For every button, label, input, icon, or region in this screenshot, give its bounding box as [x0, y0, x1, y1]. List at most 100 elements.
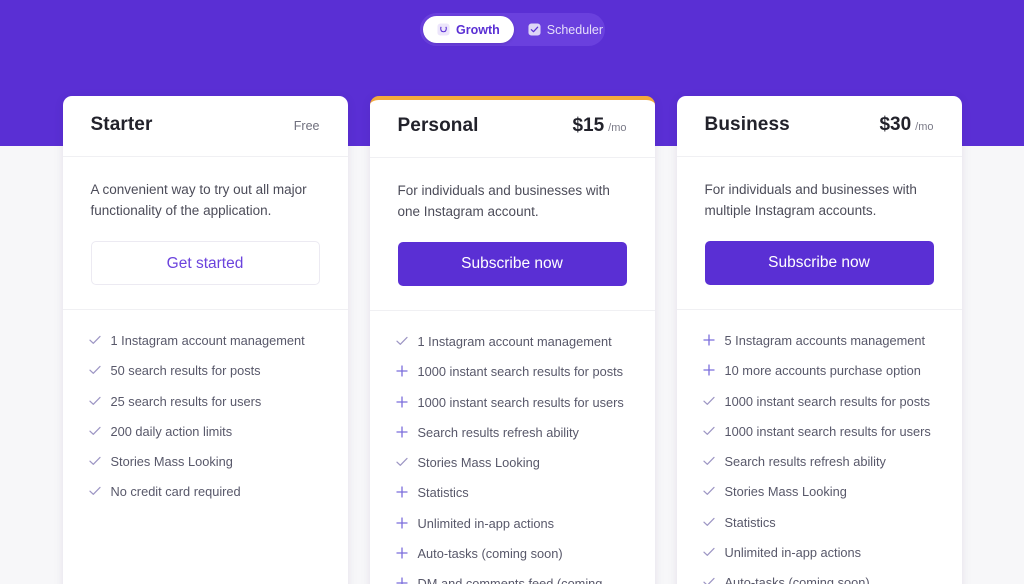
- feature-item: Unlimited in-app actions: [702, 544, 934, 561]
- plan-price-group: $30/mo: [879, 114, 933, 136]
- feature-label: 1000 instant search results for users: [417, 394, 624, 410]
- feature-item: Stories Mass Looking: [395, 454, 627, 471]
- feature-item: Auto-tasks (coming soon): [395, 545, 627, 562]
- feature-item: 1 Instagram account management: [395, 333, 627, 350]
- feature-item: 1000 instant search results for posts: [702, 393, 934, 410]
- check-icon: [702, 394, 715, 408]
- feature-label: DM and comments feed (coming soon): [417, 576, 603, 584]
- pricing-card-business: Business $30/mo For individuals and busine…: [676, 96, 962, 584]
- plus-icon: [702, 363, 715, 377]
- feature-item: Unlimited in-app actions: [395, 515, 627, 532]
- feature-item: Stories Mass Looking: [702, 483, 934, 500]
- feature-label: 1000 instant search results for posts: [417, 364, 624, 380]
- plan-price-group: $15/mo: [572, 115, 626, 137]
- feature-item: Auto-tasks (coming soon): [702, 574, 934, 584]
- feature-label: 1000 instant search results for users: [724, 423, 931, 439]
- growth-smile-icon: [437, 23, 450, 36]
- plan-name: Personal: [397, 115, 479, 136]
- check-icon: [395, 334, 408, 348]
- toggle-option-label: Scheduler: [546, 22, 604, 37]
- check-icon: [702, 575, 715, 584]
- feature-item: 25 search results for users: [88, 393, 320, 410]
- feature-label: Statistics: [724, 514, 776, 530]
- cta-button-personal[interactable]: Subscribe now: [397, 242, 627, 286]
- card-body: A convenient way to try out all major fu…: [62, 157, 348, 310]
- feature-item: 1000 instant search results for posts: [395, 363, 627, 380]
- feature-list: 5 Instagram accounts management 10 more a…: [677, 310, 962, 584]
- plan-price-period: /mo: [608, 122, 627, 134]
- plan-name: Business: [704, 114, 790, 135]
- feature-label: Statistics: [417, 485, 469, 501]
- pricing-cards: Starter Free A convenient way to try out a…: [0, 96, 1024, 584]
- feature-item: Search results refresh ability: [395, 424, 627, 441]
- checkbox-checked-icon: [528, 23, 541, 36]
- feature-item: 1000 instant search results for users: [702, 423, 934, 440]
- check-icon: [702, 424, 715, 438]
- pricing-card-personal: Personal $15/mo For individuals and busine…: [369, 96, 655, 584]
- plan-price: $15: [572, 115, 605, 136]
- feature-label: Search results refresh ability: [724, 454, 886, 470]
- feature-label: No credit card required: [110, 484, 241, 500]
- plus-icon: [395, 364, 408, 378]
- card-body: For individuals and businesses with one …: [369, 158, 655, 311]
- cta-button-business[interactable]: Subscribe now: [704, 241, 934, 285]
- feature-item: No credit card required: [88, 483, 320, 500]
- card-header: Starter Free: [62, 96, 348, 157]
- plan-name: Starter: [90, 114, 153, 135]
- check-icon: [702, 454, 715, 468]
- plan-description: For individuals and businesses with mult…: [704, 182, 917, 219]
- check-icon: [88, 394, 101, 408]
- feature-item: 5 Instagram accounts management: [702, 332, 934, 349]
- card-header: Business $30/mo: [676, 96, 962, 157]
- feature-item: 1 Instagram account management: [88, 332, 320, 349]
- feature-label: 200 daily action limits: [110, 423, 233, 439]
- feature-label: Stories Mass Looking: [417, 455, 540, 471]
- toggle-option-growth[interactable]: Growth: [423, 16, 514, 43]
- card-header: Personal $15/mo: [369, 100, 655, 158]
- plan-description: For individuals and businesses with one …: [397, 183, 610, 220]
- feature-item: 50 search results for posts: [88, 362, 320, 379]
- check-icon: [88, 363, 101, 377]
- check-icon: [88, 333, 101, 347]
- feature-label: Search results refresh ability: [417, 424, 579, 440]
- toggle-option-label: Growth: [456, 22, 500, 37]
- plan-price: $30: [879, 114, 912, 135]
- check-icon: [702, 545, 715, 559]
- feature-label: Auto-tasks (coming soon): [724, 575, 870, 584]
- feature-label: 5 Instagram accounts management: [724, 333, 926, 348]
- plus-icon: [395, 576, 408, 584]
- feature-label: 25 search results for users: [110, 393, 262, 409]
- check-icon: [88, 424, 101, 438]
- check-icon: [395, 455, 408, 469]
- feature-label: Stories Mass Looking: [110, 454, 233, 470]
- feature-label: Auto-tasks (coming soon): [417, 545, 563, 561]
- plan-description: A convenient way to try out all major fu…: [90, 182, 307, 219]
- feature-label: Unlimited in-app actions: [417, 515, 555, 531]
- feature-item: Stories Mass Looking: [88, 453, 320, 470]
- feature-label: 10 more accounts purchase option: [724, 363, 921, 379]
- feature-item: DM and comments feed (coming soon): [395, 575, 627, 584]
- feature-label: 1000 instant search results for posts: [724, 393, 931, 409]
- feature-list: 1 Instagram account management 50 search …: [63, 310, 348, 584]
- feature-label: 50 search results for posts: [110, 363, 261, 379]
- plan-price: Free: [293, 119, 320, 133]
- check-icon: [88, 454, 101, 468]
- plus-icon: [395, 485, 408, 499]
- card-body: For individuals and businesses with mult…: [676, 157, 962, 310]
- product-toggle[interactable]: Growth Scheduler: [420, 13, 605, 46]
- check-icon: [702, 484, 715, 498]
- pricing-card-starter: Starter Free A convenient way to try out a…: [62, 96, 348, 584]
- cta-button-starter[interactable]: Get started: [90, 241, 320, 285]
- toggle-option-scheduler[interactable]: Scheduler: [514, 16, 617, 43]
- feature-list: 1 Instagram account management 1000 insta…: [370, 311, 655, 584]
- feature-label: 1 Instagram account management: [417, 334, 612, 349]
- plus-icon: [702, 333, 715, 347]
- plan-price-group: Free: [294, 119, 320, 133]
- plan-price-period: /mo: [915, 121, 934, 133]
- plus-icon: [395, 546, 408, 560]
- feature-item: 10 more accounts purchase option: [702, 362, 934, 379]
- feature-item: Statistics: [395, 484, 627, 501]
- feature-label: Stories Mass Looking: [724, 484, 847, 500]
- plus-icon: [395, 425, 408, 439]
- feature-label: Unlimited in-app actions: [724, 544, 862, 560]
